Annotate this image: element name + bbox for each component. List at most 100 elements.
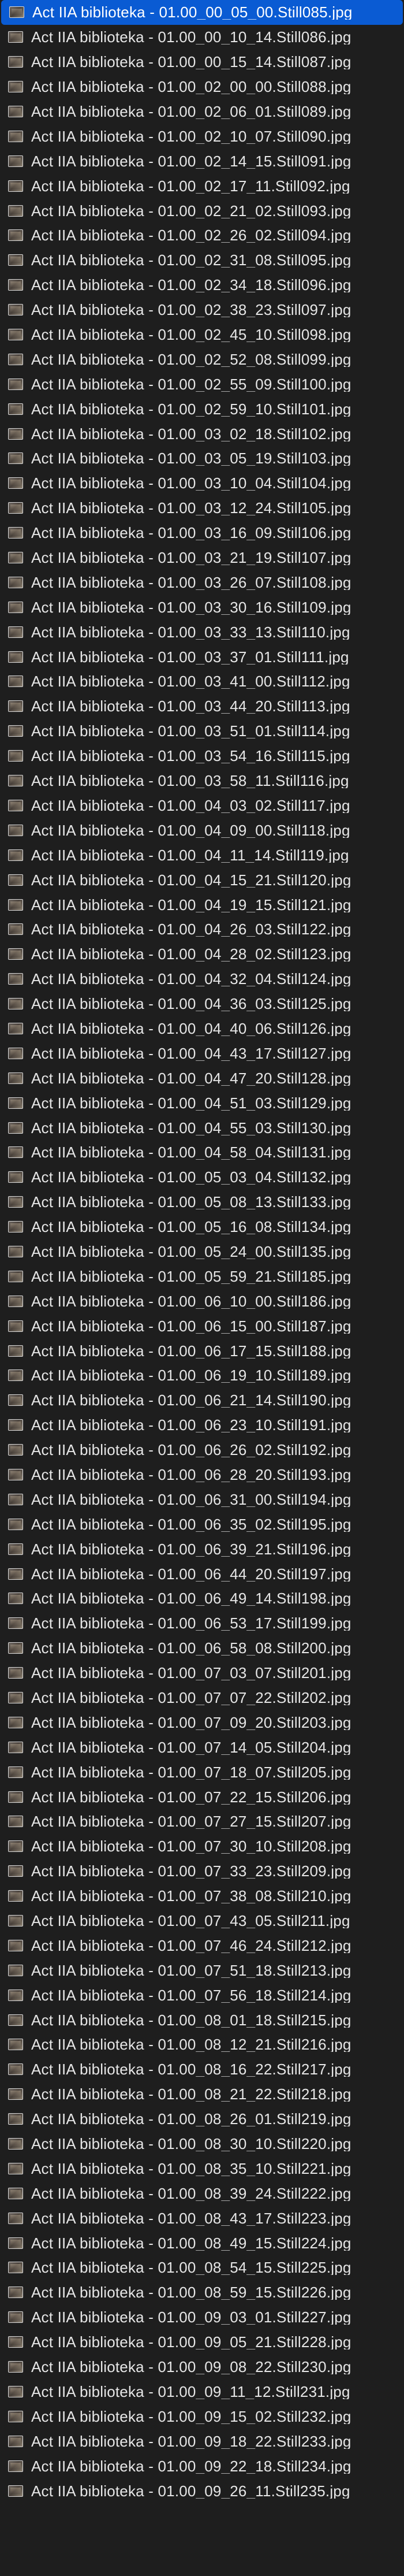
file-row[interactable]: Act IIA biblioteka - 01.00_04_36_03.Stil… — [0, 992, 404, 1016]
file-row[interactable]: Act IIA biblioteka - 01.00_04_11_14.Stil… — [0, 842, 404, 867]
file-row[interactable]: Act IIA biblioteka - 01.00_08_49_15.Stil… — [0, 2230, 404, 2255]
file-row[interactable]: Act IIA biblioteka - 01.00_06_23_10.Stil… — [0, 1413, 404, 1438]
file-row[interactable]: Act IIA biblioteka - 01.00_02_31_08.Stil… — [0, 248, 404, 273]
file-row[interactable]: Act IIA biblioteka - 01.00_02_38_23.Stil… — [0, 298, 404, 322]
file-row[interactable]: Act IIA biblioteka - 01.00_06_19_10.Stil… — [0, 1363, 404, 1388]
file-row[interactable]: Act IIA biblioteka - 01.00_02_10_07.Stil… — [0, 124, 404, 149]
file-row[interactable]: Act IIA biblioteka - 01.00_03_02_18.Stil… — [0, 421, 404, 446]
file-row[interactable]: Act IIA biblioteka - 01.00_07_03_07.Stil… — [0, 1661, 404, 1686]
file-row[interactable]: Act IIA biblioteka - 01.00_07_30_10.Stil… — [0, 1834, 404, 1859]
file-row[interactable]: Act IIA biblioteka - 01.00_09_15_02.Stil… — [0, 2404, 404, 2429]
file-row[interactable]: Act IIA biblioteka - 01.00_04_40_06.Stil… — [0, 1016, 404, 1041]
file-row[interactable]: Act IIA biblioteka - 01.00_03_26_07.Stil… — [0, 570, 404, 595]
file-row[interactable]: Act IIA biblioteka - 01.00_06_35_02.Stil… — [0, 1512, 404, 1536]
file-row[interactable]: Act IIA biblioteka - 01.00_03_30_16.Stil… — [0, 595, 404, 619]
file-row[interactable]: Act IIA biblioteka - 01.00_07_18_07.Stil… — [0, 1760, 404, 1784]
file-row[interactable]: Act IIA biblioteka - 01.00_04_19_15.Stil… — [0, 892, 404, 917]
file-row[interactable]: Act IIA biblioteka - 01.00_08_59_15.Stil… — [0, 2280, 404, 2305]
file-row[interactable]: Act IIA biblioteka - 01.00_06_21_14.Stil… — [0, 1388, 404, 1413]
file-row[interactable]: Act IIA biblioteka - 01.00_09_22_18.Stil… — [0, 2453, 404, 2478]
file-row[interactable]: Act IIA biblioteka - 01.00_02_21_02.Stil… — [0, 198, 404, 223]
file-row[interactable]: Act IIA biblioteka - 01.00_02_26_02.Stil… — [0, 223, 404, 248]
file-row[interactable]: Act IIA biblioteka - 01.00_02_55_09.Stil… — [0, 372, 404, 396]
file-row[interactable]: Act IIA biblioteka - 01.00_04_47_20.Stil… — [0, 1066, 404, 1090]
file-row[interactable]: Act IIA biblioteka - 01.00_03_21_19.Stil… — [0, 545, 404, 570]
file-row[interactable]: Act IIA biblioteka - 01.00_06_44_20.Stil… — [0, 1561, 404, 1586]
file-row[interactable]: Act IIA biblioteka - 01.00_09_08_22.Stil… — [0, 2355, 404, 2380]
file-row-selected[interactable]: Act IIA biblioteka - 01.00_00_05_00.Stil… — [1, 0, 403, 25]
file-row[interactable]: Act IIA biblioteka - 01.00_03_16_09.Stil… — [0, 521, 404, 545]
file-row[interactable]: Act IIA biblioteka - 01.00_09_03_01.Stil… — [0, 2305, 404, 2330]
file-row[interactable]: Act IIA biblioteka - 01.00_08_16_22.Stil… — [0, 2057, 404, 2082]
file-row[interactable]: Act IIA biblioteka - 01.00_08_26_01.Stil… — [0, 2107, 404, 2132]
file-row[interactable]: Act IIA biblioteka - 01.00_03_41_00.Stil… — [0, 669, 404, 694]
file-row[interactable]: Act IIA biblioteka - 01.00_04_43_17.Stil… — [0, 1041, 404, 1066]
file-row[interactable]: Act IIA biblioteka - 01.00_04_03_02.Stil… — [0, 793, 404, 818]
file-row[interactable]: Act IIA biblioteka - 01.00_09_05_21.Stil… — [0, 2330, 404, 2355]
file-row[interactable]: Act IIA biblioteka - 01.00_06_10_00.Stil… — [0, 1289, 404, 1313]
file-row[interactable]: Act IIA biblioteka - 01.00_07_09_20.Stil… — [0, 1710, 404, 1735]
file-row[interactable]: Act IIA biblioteka - 01.00_04_26_03.Stil… — [0, 917, 404, 942]
file-row[interactable]: Act IIA biblioteka - 01.00_06_28_20.Stil… — [0, 1463, 404, 1487]
file-row[interactable]: Act IIA biblioteka - 01.00_07_14_05.Stil… — [0, 1735, 404, 1760]
file-row[interactable]: Act IIA biblioteka - 01.00_03_54_16.Stil… — [0, 744, 404, 769]
file-row[interactable]: Act IIA biblioteka - 01.00_06_53_17.Stil… — [0, 1611, 404, 1636]
file-row[interactable]: Act IIA biblioteka - 01.00_06_17_15.Stil… — [0, 1338, 404, 1363]
file-row[interactable]: Act IIA biblioteka - 01.00_07_27_15.Stil… — [0, 1809, 404, 1834]
file-row[interactable]: Act IIA biblioteka - 01.00_03_51_01.Stil… — [0, 719, 404, 744]
file-row[interactable]: Act IIA biblioteka - 01.00_03_12_24.Stil… — [0, 496, 404, 521]
file-row[interactable]: Act IIA biblioteka - 01.00_05_03_04.Stil… — [0, 1165, 404, 1190]
file-row[interactable]: Act IIA biblioteka - 01.00_04_28_02.Stil… — [0, 942, 404, 967]
file-row[interactable]: Act IIA biblioteka - 01.00_07_38_08.Stil… — [0, 1884, 404, 1909]
file-row[interactable]: Act IIA biblioteka - 01.00_03_37_01.Stil… — [0, 644, 404, 669]
file-row[interactable]: Act IIA biblioteka - 01.00_09_26_11.Stil… — [0, 2478, 404, 2503]
file-row[interactable]: Act IIA biblioteka - 01.00_04_51_03.Stil… — [0, 1090, 404, 1115]
file-row[interactable]: Act IIA biblioteka - 01.00_08_39_24.Stil… — [0, 2181, 404, 2206]
file-row[interactable]: Act IIA biblioteka - 01.00_08_21_22.Stil… — [0, 2082, 404, 2107]
file-row[interactable]: Act IIA biblioteka - 01.00_09_18_22.Stil… — [0, 2429, 404, 2453]
file-row[interactable]: Act IIA biblioteka - 01.00_03_33_13.Stil… — [0, 619, 404, 644]
file-row[interactable]: Act IIA biblioteka - 01.00_07_46_24.Stil… — [0, 1933, 404, 1958]
file-row[interactable]: Act IIA biblioteka - 01.00_02_06_01.Stil… — [0, 99, 404, 124]
file-row[interactable]: Act IIA biblioteka - 01.00_06_26_02.Stil… — [0, 1438, 404, 1463]
file-row[interactable]: Act IIA biblioteka - 01.00_08_30_10.Stil… — [0, 2132, 404, 2156]
file-row[interactable]: Act IIA biblioteka - 01.00_03_10_04.Stil… — [0, 471, 404, 496]
file-row[interactable]: Act IIA biblioteka - 01.00_02_17_11.Stil… — [0, 173, 404, 198]
file-row[interactable]: Act IIA biblioteka - 01.00_06_39_21.Stil… — [0, 1536, 404, 1561]
file-row[interactable]: Act IIA biblioteka - 01.00_07_56_18.Stil… — [0, 1983, 404, 2007]
file-row[interactable]: Act IIA biblioteka - 01.00_04_32_04.Stil… — [0, 967, 404, 992]
file-row[interactable]: Act IIA biblioteka - 01.00_08_43_17.Stil… — [0, 2206, 404, 2230]
file-row[interactable]: Act IIA biblioteka - 01.00_06_15_00.Stil… — [0, 1313, 404, 1338]
file-row[interactable]: Act IIA biblioteka - 01.00_03_44_20.Stil… — [0, 694, 404, 719]
file-row[interactable]: Act IIA biblioteka - 01.00_02_14_15.Stil… — [0, 149, 404, 173]
file-row[interactable]: Act IIA biblioteka - 01.00_04_09_00.Stil… — [0, 818, 404, 842]
file-row[interactable]: Act IIA biblioteka - 01.00_02_52_08.Stil… — [0, 347, 404, 372]
file-row[interactable]: Act IIA biblioteka - 01.00_07_51_18.Stil… — [0, 1958, 404, 1983]
file-row[interactable]: Act IIA biblioteka - 01.00_05_59_21.Stil… — [0, 1264, 404, 1289]
file-row[interactable]: Act IIA biblioteka - 01.00_03_58_11.Stil… — [0, 769, 404, 793]
file-row[interactable]: Act IIA biblioteka - 01.00_07_33_23.Stil… — [0, 1859, 404, 1884]
file-row[interactable]: Act IIA biblioteka - 01.00_06_49_14.Stil… — [0, 1586, 404, 1611]
file-row[interactable]: Act IIA biblioteka - 01.00_02_00_00.Stil… — [0, 75, 404, 99]
file-row[interactable]: Act IIA biblioteka - 01.00_02_34_18.Stil… — [0, 273, 404, 298]
file-row[interactable]: Act IIA biblioteka - 01.00_05_16_08.Stil… — [0, 1215, 404, 1239]
file-row[interactable]: Act IIA biblioteka - 01.00_04_58_04.Stil… — [0, 1140, 404, 1165]
file-row[interactable]: Act IIA biblioteka - 01.00_08_01_18.Stil… — [0, 2007, 404, 2032]
file-row[interactable]: Act IIA biblioteka - 01.00_05_08_13.Stil… — [0, 1190, 404, 1215]
file-row[interactable]: Act IIA biblioteka - 01.00_08_12_21.Stil… — [0, 2032, 404, 2057]
file-row[interactable]: Act IIA biblioteka - 01.00_08_35_10.Stil… — [0, 2156, 404, 2181]
file-row[interactable]: Act IIA biblioteka - 01.00_05_24_00.Stil… — [0, 1239, 404, 1264]
file-row[interactable]: Act IIA biblioteka - 01.00_06_31_00.Stil… — [0, 1487, 404, 1512]
file-row[interactable]: Act IIA biblioteka - 01.00_00_10_14.Stil… — [0, 25, 404, 50]
file-row[interactable]: Act IIA biblioteka - 01.00_04_15_21.Stil… — [0, 867, 404, 892]
file-row[interactable]: Act IIA biblioteka - 01.00_04_55_03.Stil… — [0, 1115, 404, 1140]
file-row[interactable]: Act IIA biblioteka - 01.00_08_54_15.Stil… — [0, 2255, 404, 2280]
file-row[interactable]: Act IIA biblioteka - 01.00_07_07_22.Stil… — [0, 1686, 404, 1710]
file-row[interactable]: Act IIA biblioteka - 01.00_07_22_15.Stil… — [0, 1784, 404, 1809]
file-row[interactable]: Act IIA biblioteka - 01.00_06_58_08.Stil… — [0, 1636, 404, 1661]
file-row[interactable]: Act IIA biblioteka - 01.00_09_11_12.Stil… — [0, 2380, 404, 2404]
file-row[interactable]: Act IIA biblioteka - 01.00_00_15_14.Stil… — [0, 50, 404, 75]
file-row[interactable]: Act IIA biblioteka - 01.00_02_45_10.Stil… — [0, 322, 404, 347]
file-row[interactable]: Act IIA biblioteka - 01.00_02_59_10.Stil… — [0, 396, 404, 421]
file-row[interactable]: Act IIA biblioteka - 01.00_03_05_19.Stil… — [0, 446, 404, 471]
